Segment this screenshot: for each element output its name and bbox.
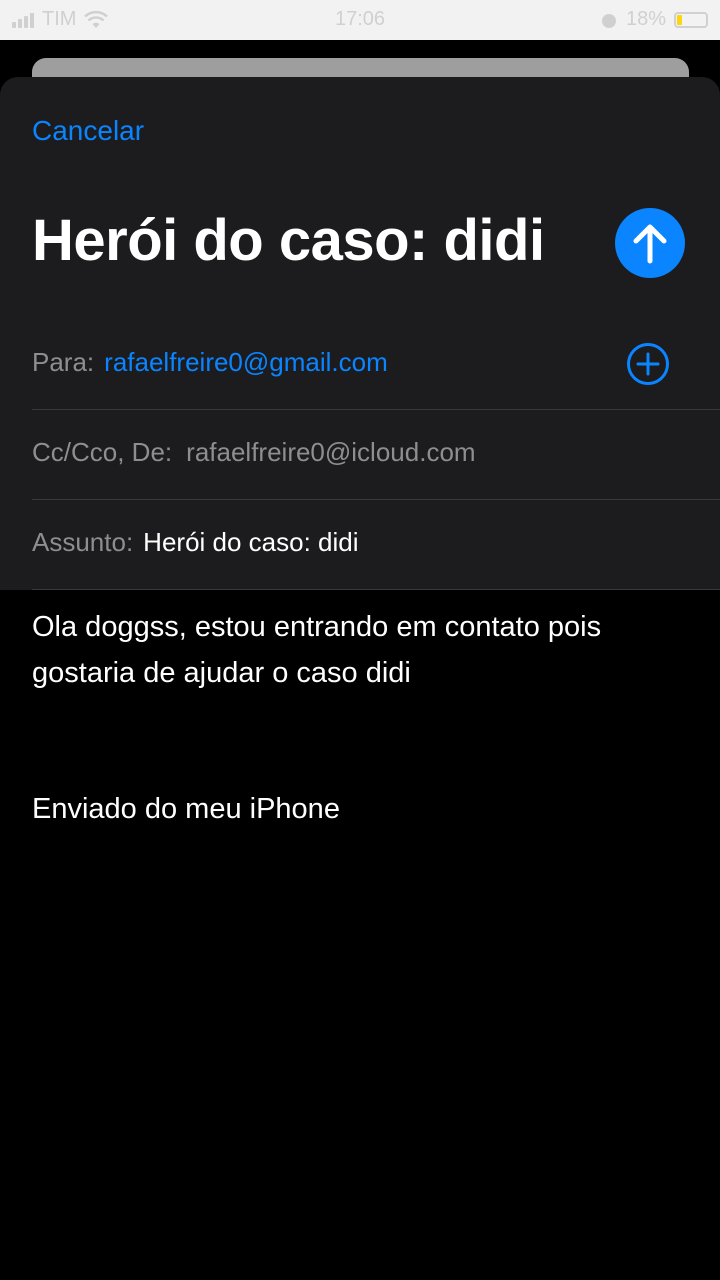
status-bar: TIM 17:06 18%	[0, 0, 720, 40]
to-field[interactable]: Para: rafaelfreire0@gmail.com	[32, 347, 720, 378]
subject-label: Assunto:	[32, 527, 134, 557]
from-address[interactable]: rafaelfreire0@icloud.com	[186, 437, 475, 467]
cancel-button[interactable]: Cancelar	[32, 115, 144, 147]
to-recipient[interactable]: rafaelfreire0@gmail.com	[104, 347, 388, 377]
divider	[32, 409, 720, 410]
signature[interactable]: Enviado do meu iPhone	[32, 786, 340, 832]
divider	[32, 499, 720, 500]
battery-fill	[677, 14, 682, 25]
cc-from-field[interactable]: Cc/Cco, De: rafaelfreire0@icloud.com	[32, 437, 720, 468]
alarm-icon	[601, 13, 616, 28]
message-body[interactable]: Ola doggss, estou entrando em contato po…	[32, 604, 702, 696]
to-label: Para:	[32, 347, 95, 377]
battery-percent: 18%	[625, 8, 666, 30]
compose-title: Herói do caso: didi	[32, 208, 545, 273]
plus-circle-icon[interactable]	[626, 342, 670, 386]
send-button[interactable]	[615, 208, 685, 278]
subject-value[interactable]: Herói do caso: didi	[143, 527, 358, 557]
status-bar-right: 18%	[600, 8, 708, 31]
subject-field[interactable]: Assunto: Herói do caso: didi	[32, 527, 720, 558]
divider	[32, 589, 720, 590]
cc-label: Cc/Cco, De:	[32, 437, 173, 467]
battery-icon	[674, 11, 708, 28]
mail-compose-screen: TIM 17:06 18% Cancelar Herói do caso: di…	[0, 0, 720, 1280]
arrow-up-icon	[633, 224, 667, 264]
compose-sheet: Cancelar Herói do caso: didi Para: rafael…	[0, 77, 720, 590]
